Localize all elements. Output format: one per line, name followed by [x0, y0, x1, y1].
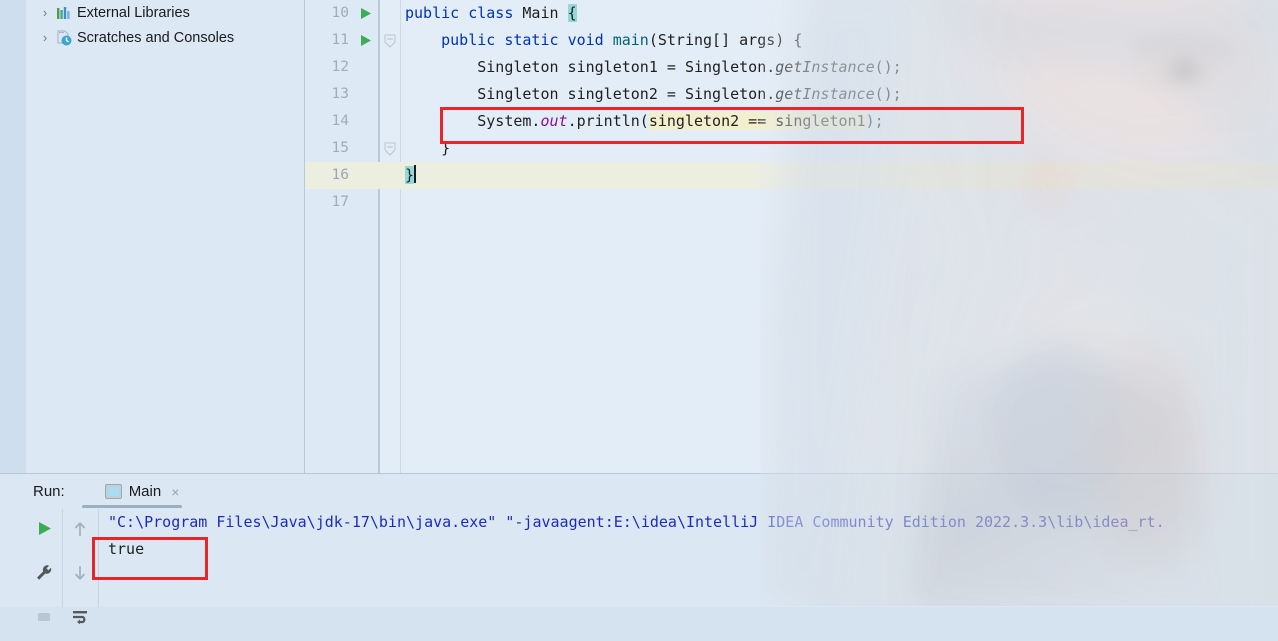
line-number: 14	[331, 113, 349, 129]
console-line-output: true	[108, 540, 145, 558]
line-number: 16	[331, 167, 349, 183]
soft-wrap-icon	[71, 609, 89, 630]
run-tab-active-indicator	[82, 505, 182, 508]
tree-item-label: External Libraries	[77, 4, 190, 21]
run-gutter-icon[interactable]	[357, 27, 373, 54]
wrench-icon	[35, 564, 53, 587]
code-line-text: }	[405, 139, 451, 157]
stop-button[interactable]	[26, 597, 62, 641]
code-line-text: Singleton singleton2 = Singleton.getInst…	[405, 85, 902, 103]
run-tab-bar: Run: Main ×	[0, 474, 1278, 509]
line-number: 10	[331, 5, 349, 21]
prev-occurrence-button[interactable]	[62, 509, 98, 553]
project-tree: › External Libraries › Scratches and Consol…	[26, 0, 304, 50]
project-tree-panel[interactable]: › External Libraries › Scratches and Consol…	[26, 0, 305, 473]
code-line[interactable]: 17	[305, 189, 1278, 216]
code-line-text: System.out.println(singleton2 == singlet…	[405, 112, 884, 130]
code-line[interactable]: 14 System.out.println(singleton2 == sing…	[305, 108, 1278, 135]
run-gutter-icon[interactable]	[357, 0, 373, 27]
code-line[interactable]: 13 Singleton singleton2 = Singleton.getI…	[305, 81, 1278, 108]
code-line[interactable]: 10 public class Main {	[305, 0, 1278, 27]
stop-icon	[36, 610, 52, 629]
code-line[interactable]: 16}	[305, 162, 1278, 189]
code-line-text: public class Main {	[405, 4, 577, 22]
code-line-text: public static void main(String[] args) {	[441, 31, 803, 49]
console-line-command: "C:\Program Files\Java\jdk-17\bin\java.e…	[108, 513, 1165, 531]
code-lines[interactable]: 10 public class Main { 11 public static vo…	[305, 0, 1278, 473]
tree-item-label: Scratches and Consoles	[77, 29, 235, 46]
left-tool-strip	[0, 0, 27, 473]
text-caret	[414, 165, 417, 183]
play-icon	[36, 520, 53, 542]
run-config-icon	[104, 484, 122, 499]
tree-item-scratches-and-consoles[interactable]: › Scratches and Consoles	[26, 25, 304, 50]
code-fold-icon[interactable]	[381, 135, 399, 162]
chevron-right-icon[interactable]: ›	[36, 29, 54, 47]
run-window-label: Run:	[33, 483, 65, 500]
console-output[interactable]: "C:\Program Files\Java\jdk-17\bin\java.e…	[98, 509, 1278, 607]
run-tab-label: Main	[128, 483, 162, 500]
arrow-up-icon	[72, 520, 88, 543]
code-line-text: Singleton singleton1 = Singleton.getInst…	[405, 58, 902, 76]
tree-item-external-libraries[interactable]: › External Libraries	[26, 0, 304, 25]
soft-wrap-button[interactable]	[62, 597, 98, 641]
console-second-toolbar	[62, 509, 99, 624]
code-fold-icon[interactable]	[381, 27, 399, 54]
settings-button[interactable]	[26, 553, 62, 597]
scratches-icon	[54, 29, 74, 47]
line-number: 12	[331, 59, 349, 75]
line-number: 13	[331, 86, 349, 102]
console-left-toolbar	[26, 509, 63, 621]
line-number: 11	[331, 32, 349, 48]
rerun-button[interactable]	[26, 509, 62, 553]
chevron-right-icon[interactable]: ›	[36, 4, 54, 22]
run-tool-window: Run: Main × "C:\Program Files\Java\jdk-1…	[0, 473, 1278, 624]
close-icon[interactable]: ×	[171, 484, 179, 500]
arrow-down-icon	[72, 564, 88, 587]
line-number: 17	[331, 194, 349, 210]
code-line-text: }	[405, 165, 417, 184]
next-occurrence-button[interactable]	[62, 553, 98, 597]
code-editor[interactable]: 10 public class Main { 11 public static vo…	[305, 0, 1278, 473]
ide-window: › External Libraries › Scratches and Consol…	[0, 0, 1278, 624]
code-line[interactable]: 15 }	[305, 135, 1278, 162]
run-tab-main[interactable]: Main ×	[101, 474, 184, 509]
code-line[interactable]: 11 public static void main(String[] args…	[305, 27, 1278, 54]
line-number: 15	[331, 140, 349, 156]
libraries-icon	[54, 4, 74, 22]
code-line[interactable]: 12 Singleton singleton1 = Singleton.getI…	[305, 54, 1278, 81]
